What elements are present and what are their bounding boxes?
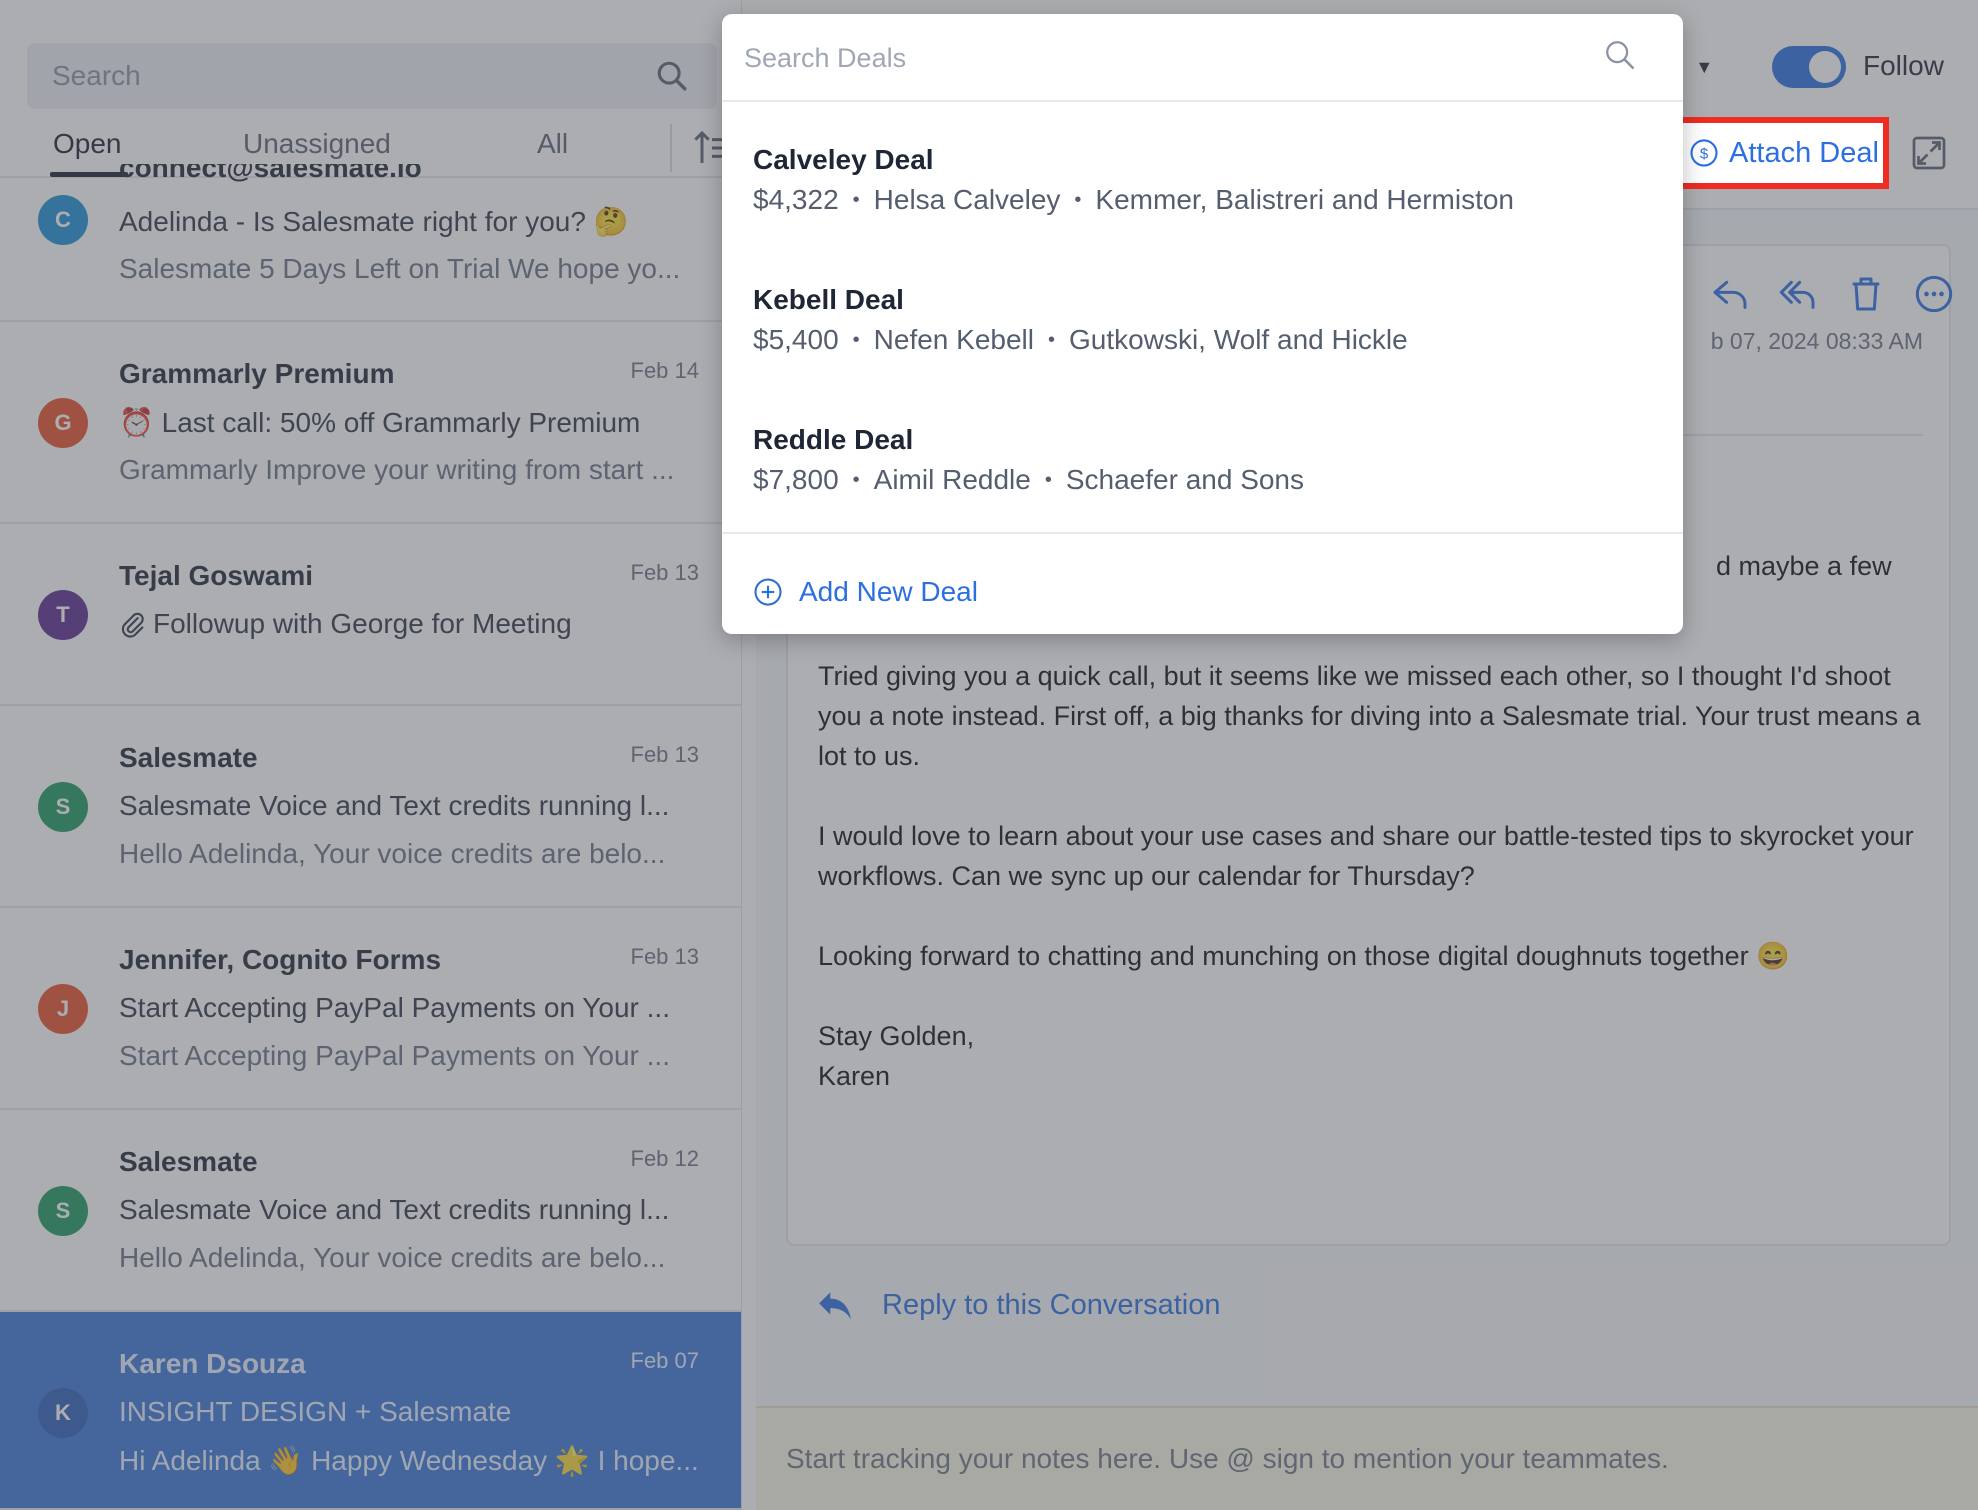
deal-contact: Helsa Calveley — [873, 184, 1061, 215]
deal-amount: $5,400 — [753, 324, 839, 355]
deal-details: $7,800 • Aimil Reddle • Schaefer and Sons — [753, 464, 1304, 496]
attach-deal-button[interactable]: $ Attach Deal — [1673, 117, 1889, 189]
separator-dot: • — [852, 469, 860, 491]
deal-company: Kemmer, Balistreri and Hermiston — [1095, 184, 1514, 215]
deal-name: Kebell Deal — [753, 284, 904, 315]
deal-option[interactable]: Kebell Deal $5,400 • Nefen Kebell • Gutkowsk… — [722, 284, 1683, 424]
add-new-deal-button[interactable]: Add New Deal — [753, 576, 978, 608]
separator-dot: • — [852, 189, 860, 211]
deal-company: Schaefer and Sons — [1065, 464, 1305, 495]
deal-company: Gutkowski, Wolf and Hickle — [1069, 324, 1408, 355]
separator-dot: • — [852, 329, 860, 351]
deal-name: Reddle Deal — [753, 424, 914, 455]
separator-dot: • — [1074, 189, 1082, 211]
deal-amount: $7,800 — [753, 464, 839, 495]
add-new-deal-label: Add New Deal — [799, 576, 978, 607]
deal-contact: Nefen Kebell — [873, 324, 1034, 355]
deal-contact: Aimil Reddle — [873, 464, 1031, 495]
separator-dot: • — [1048, 329, 1056, 351]
attach-deal-label: Attach Deal — [1729, 136, 1879, 169]
plus-circle-icon — [754, 578, 782, 606]
deal-details: $4,322 • Helsa Calveley • Kemmer, Balistreri… — [753, 184, 1514, 216]
dollar-circle-icon: $ — [1690, 139, 1718, 167]
search-icon — [1606, 41, 1635, 70]
deal-search-input[interactable] — [722, 14, 1602, 102]
separator-dot: • — [1044, 469, 1052, 491]
deal-name: Calveley Deal — [753, 144, 934, 175]
deal-amount: $4,322 — [753, 184, 839, 215]
deal-details: $5,400 • Nefen Kebell • Gutkowski, Wolf and … — [753, 324, 1408, 356]
svg-text:$: $ — [1700, 146, 1709, 163]
deal-search — [722, 14, 1683, 102]
deal-option[interactable]: Calveley Deal $4,322 • Helsa Calveley • Kemm… — [722, 144, 1683, 284]
deal-picker-dropdown: Calveley Deal $4,322 • Helsa Calveley • Kemm… — [722, 14, 1683, 634]
deal-dropdown-footer: Add New Deal — [722, 532, 1683, 634]
